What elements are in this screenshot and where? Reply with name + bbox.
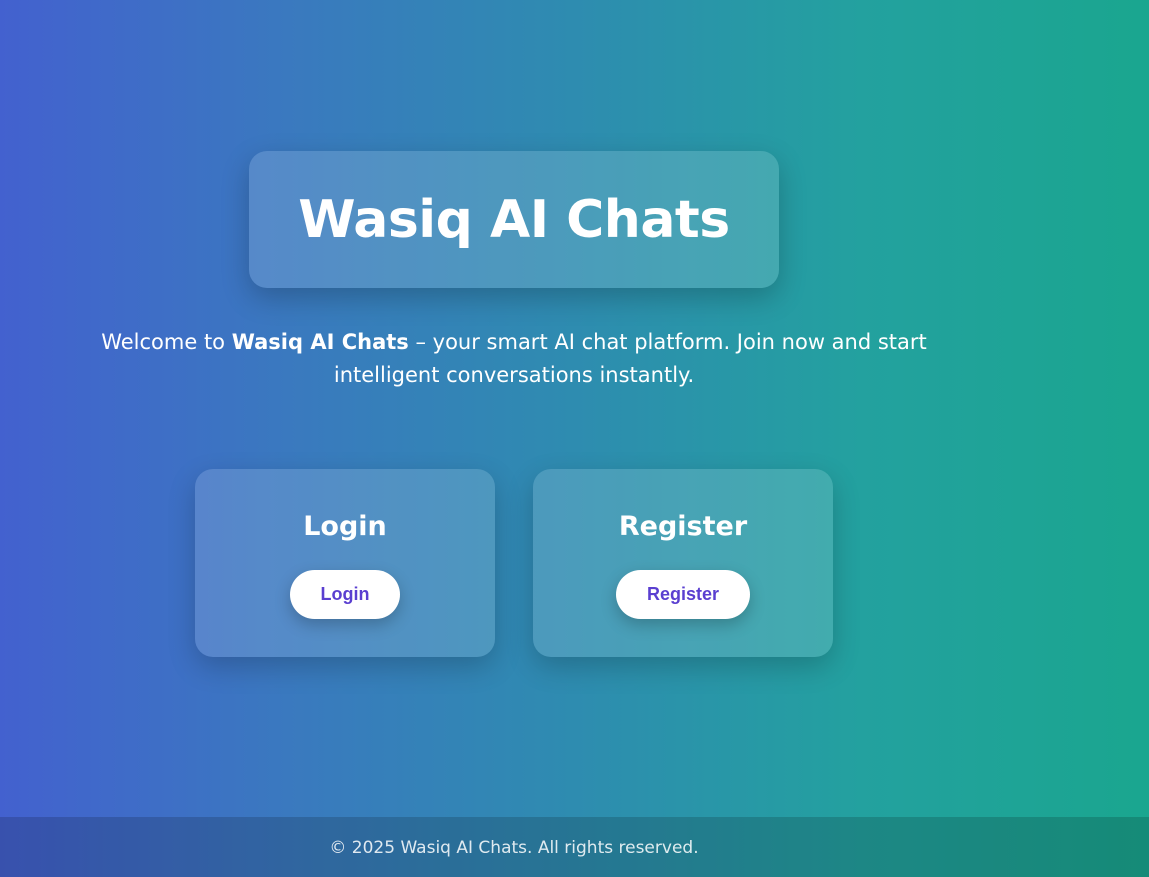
footer: © 2025 Wasiq AI Chats. All rights reserv… <box>0 817 1149 877</box>
welcome-prefix: Welcome to <box>101 330 232 354</box>
login-heading: Login <box>303 511 387 542</box>
footer-copyright: © 2025 Wasiq AI Chats. All rights reserv… <box>329 838 699 858</box>
login-button[interactable]: Login <box>290 570 400 619</box>
welcome-message: Welcome to Wasiq AI Chats – your smart A… <box>100 326 928 392</box>
title-card: Wasiq AI Chats <box>249 151 779 288</box>
welcome-brand: Wasiq AI Chats <box>231 330 409 354</box>
landing-page: Wasiq AI Chats Welcome to Wasiq AI Chats… <box>0 0 1149 877</box>
register-button[interactable]: Register <box>616 570 750 619</box>
register-card: Register Register <box>533 469 833 657</box>
welcome-suffix: – your smart AI chat platform. Join now … <box>333 330 927 387</box>
login-card: Login Login <box>195 469 495 657</box>
page-title: Wasiq AI Chats <box>298 189 730 250</box>
register-heading: Register <box>618 511 748 542</box>
